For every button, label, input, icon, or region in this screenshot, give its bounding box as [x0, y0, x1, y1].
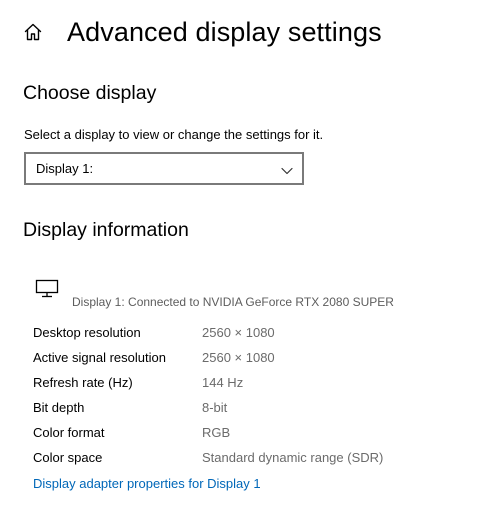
chevron-down-icon	[281, 163, 293, 175]
info-row-color-space: Color space Standard dynamic range (SDR)	[33, 447, 473, 472]
display-select-dropdown[interactable]: Display 1:	[24, 152, 304, 185]
choose-display-heading: Choose display	[23, 82, 157, 104]
info-row-desktop-resolution: Desktop resolution 2560 × 1080	[33, 322, 473, 347]
info-value: 2560 × 1080	[202, 350, 275, 365]
info-value: Standard dynamic range (SDR)	[202, 450, 384, 465]
display-information-heading: Display information	[23, 219, 189, 241]
info-label: Color format	[33, 425, 105, 440]
info-row-bit-depth: Bit depth 8-bit	[33, 397, 473, 422]
info-row-color-format: Color format RGB	[33, 422, 473, 447]
display-connection-text: Display 1: Connected to NVIDIA GeForce R…	[72, 295, 394, 309]
info-label: Bit depth	[33, 400, 85, 415]
display-info-table: Desktop resolution 2560 × 1080 Active si…	[33, 322, 473, 472]
info-label: Desktop resolution	[33, 325, 141, 340]
page-header: Advanced display settings	[22, 14, 382, 50]
info-row-active-signal-resolution: Active signal resolution 2560 × 1080	[33, 347, 473, 372]
info-label: Active signal resolution	[33, 350, 166, 365]
monitor-icon	[35, 279, 59, 299]
info-value: 144 Hz	[202, 375, 244, 390]
info-row-refresh-rate: Refresh rate (Hz) 144 Hz	[33, 372, 473, 397]
choose-display-description: Select a display to view or change the s…	[24, 127, 324, 142]
info-label: Color space	[33, 450, 103, 465]
info-value: 2560 × 1080	[202, 325, 275, 340]
display-select-value: Display 1:	[36, 161, 94, 176]
info-value: 8-bit	[202, 400, 228, 415]
info-value: RGB	[202, 425, 231, 440]
home-icon[interactable]	[22, 21, 44, 43]
display-adapter-properties-link[interactable]: Display adapter properties for Display 1	[33, 476, 261, 491]
page-title: Advanced display settings	[67, 16, 382, 47]
info-label: Refresh rate (Hz)	[33, 375, 133, 390]
